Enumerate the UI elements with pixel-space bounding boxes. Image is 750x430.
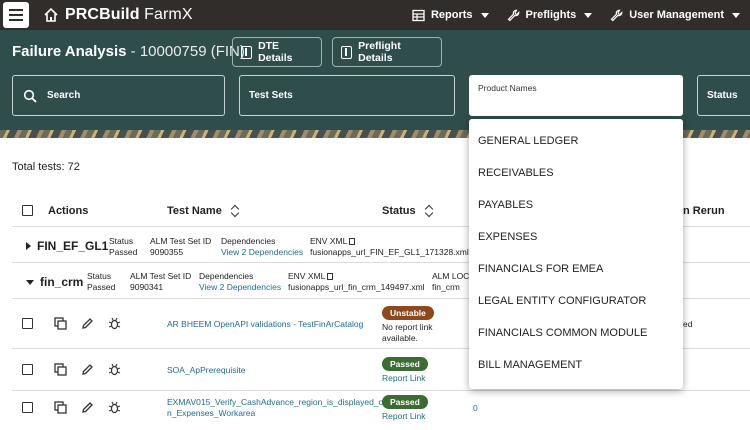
dropdown-option[interactable]: BILL MANAGEMENT bbox=[478, 359, 582, 371]
copy-icon[interactable] bbox=[54, 317, 67, 330]
status-filter-label: Status bbox=[707, 90, 738, 101]
test-sets-filter[interactable]: Test Sets bbox=[239, 75, 455, 116]
test-name-link[interactable]: SOA_ApPrerequisite bbox=[167, 365, 245, 376]
group-dependencies: Dependencies View 2 Dependencies bbox=[199, 271, 282, 293]
hamburger-menu-icon[interactable] bbox=[3, 2, 29, 28]
dte-details-button[interactable]: DTE Details bbox=[232, 37, 322, 67]
edit-icon[interactable] bbox=[81, 401, 94, 414]
product-names-dropdown: GENERAL LEDGER RECEIVABLES PAYABLES EXPE… bbox=[469, 119, 683, 389]
copy-icon[interactable] bbox=[54, 363, 67, 376]
sort-icon[interactable] bbox=[426, 206, 433, 216]
divider bbox=[12, 390, 750, 391]
nav-reports-label: Reports bbox=[430, 9, 473, 21]
row-checkbox[interactable] bbox=[22, 364, 33, 375]
group-dependencies: Dependencies View 2 Dependencies bbox=[221, 236, 304, 258]
row-actions bbox=[54, 401, 121, 414]
edit-icon[interactable] bbox=[81, 317, 94, 330]
rerun-count[interactable]: 0 bbox=[473, 403, 478, 414]
dropdown-option[interactable]: RECEIVABLES bbox=[478, 167, 554, 179]
panel-icon bbox=[241, 45, 253, 59]
view-dependencies-link[interactable]: View 2 Dependencies bbox=[221, 247, 303, 258]
wrench-icon bbox=[507, 9, 519, 21]
group-status: Status Passed bbox=[87, 271, 116, 292]
top-bar: PRCBuild FarmX Reports Preflights User M… bbox=[0, 0, 750, 30]
test-name-link[interactable]: AR BHEEM OpenAPI validations - TestFinAr… bbox=[167, 319, 363, 330]
group-fin-crm[interactable]: fin_crm bbox=[26, 275, 83, 289]
status-badge: Passed bbox=[382, 357, 428, 371]
status-filter[interactable]: Status bbox=[697, 75, 750, 116]
dte-details-label: DTE Details bbox=[258, 40, 293, 64]
copy-icon[interactable] bbox=[349, 238, 356, 245]
nav-reports[interactable]: Reports bbox=[412, 9, 489, 22]
dropdown-option[interactable]: GENERAL LEDGER bbox=[478, 135, 578, 147]
group-alm-id: ALM Test Set ID 9090355 bbox=[150, 236, 212, 257]
panel-icon bbox=[341, 45, 353, 59]
group-env-xml: ENV XML fusionapps_url_fin_crm_149497.xml bbox=[288, 271, 425, 292]
search-placeholder: Search bbox=[47, 90, 81, 101]
preflight-details-label: Preflight Details bbox=[358, 40, 401, 64]
column-rerun[interactable]: n Rerun bbox=[683, 205, 725, 217]
wrench-icon bbox=[610, 9, 623, 21]
select-all-checkbox[interactable] bbox=[22, 205, 33, 216]
group-env-xml: ENV XML fusionapps_url_FIN_EF_GL1_171328.… bbox=[310, 236, 469, 257]
row-actions bbox=[54, 363, 121, 376]
chevron-down-icon bbox=[732, 12, 740, 18]
row-checkbox[interactable] bbox=[22, 402, 33, 413]
group-status: Status Passed bbox=[109, 236, 138, 257]
preflight-details-button[interactable]: Preflight Details bbox=[332, 37, 442, 67]
product-names-filter[interactable]: Product Names bbox=[469, 75, 683, 116]
group-alm-id: ALM Test Set ID 9090341 bbox=[130, 271, 192, 292]
row-checkbox[interactable] bbox=[22, 318, 33, 329]
nav-preflights-label: Preflights bbox=[525, 9, 577, 21]
nav-user-management-label: User Management bbox=[629, 9, 724, 21]
bug-icon[interactable] bbox=[108, 363, 121, 376]
chevron-down-icon bbox=[584, 12, 593, 18]
column-test-name[interactable]: Test Name bbox=[167, 205, 239, 217]
column-status[interactable]: Status bbox=[382, 205, 433, 217]
dropdown-option[interactable]: EXPENSES bbox=[478, 231, 537, 243]
test-sets-label: Test Sets bbox=[249, 90, 293, 101]
app-brand[interactable]: PRCBuild FarmX bbox=[65, 6, 193, 24]
dropdown-option[interactable]: FINANCIALS COMMON MODULE bbox=[478, 327, 647, 339]
top-nav: Reports Preflights User Management bbox=[412, 9, 740, 22]
column-actions: Actions bbox=[48, 205, 89, 217]
status-badge: Unstable bbox=[382, 306, 434, 320]
product-names-label: Product Names bbox=[478, 83, 537, 93]
bug-icon[interactable] bbox=[108, 317, 121, 330]
table-icon bbox=[412, 9, 425, 21]
chevron-down-icon bbox=[480, 12, 489, 18]
nav-preflights[interactable]: Preflights bbox=[507, 9, 593, 22]
copy-icon[interactable] bbox=[54, 401, 67, 414]
report-link[interactable]: Report Link bbox=[382, 411, 425, 422]
home-icon[interactable] bbox=[43, 7, 59, 23]
dropdown-option[interactable]: PAYABLES bbox=[478, 199, 533, 211]
collapse-icon[interactable] bbox=[26, 279, 34, 285]
search-input[interactable]: Search bbox=[12, 75, 225, 116]
sort-icon[interactable] bbox=[232, 206, 239, 216]
status-badge: Passed bbox=[382, 395, 428, 409]
group-fin-ef-gl1[interactable]: FIN_EF_GL1 bbox=[26, 239, 108, 253]
test-name-link[interactable]: EXMAV015_Verify_CashAdvance_region_is_di… bbox=[167, 397, 383, 419]
nav-user-management[interactable]: User Management bbox=[610, 9, 740, 22]
page-title: Failure Analysis - 10000759 (FIN) bbox=[12, 43, 245, 60]
expand-icon[interactable] bbox=[26, 242, 31, 250]
report-link[interactable]: Report Link bbox=[382, 373, 425, 384]
group-alm-loc: ALM LOC fin_crm bbox=[432, 271, 470, 292]
edit-icon[interactable] bbox=[81, 363, 94, 376]
dropdown-option[interactable]: LEGAL ENTITY CONFIGURATOR bbox=[478, 295, 646, 307]
copy-icon[interactable] bbox=[327, 273, 334, 280]
total-tests-count: Total tests: 72 bbox=[12, 161, 80, 173]
bug-icon[interactable] bbox=[108, 401, 121, 414]
search-icon bbox=[23, 89, 37, 103]
rerun-cell: ed bbox=[683, 319, 693, 329]
row-actions bbox=[54, 317, 121, 330]
view-dependencies-link[interactable]: View 2 Dependencies bbox=[199, 282, 281, 293]
status-note: No report link available. bbox=[382, 322, 433, 343]
dropdown-option[interactable]: FINANCIALS FOR EMEA bbox=[478, 263, 603, 275]
